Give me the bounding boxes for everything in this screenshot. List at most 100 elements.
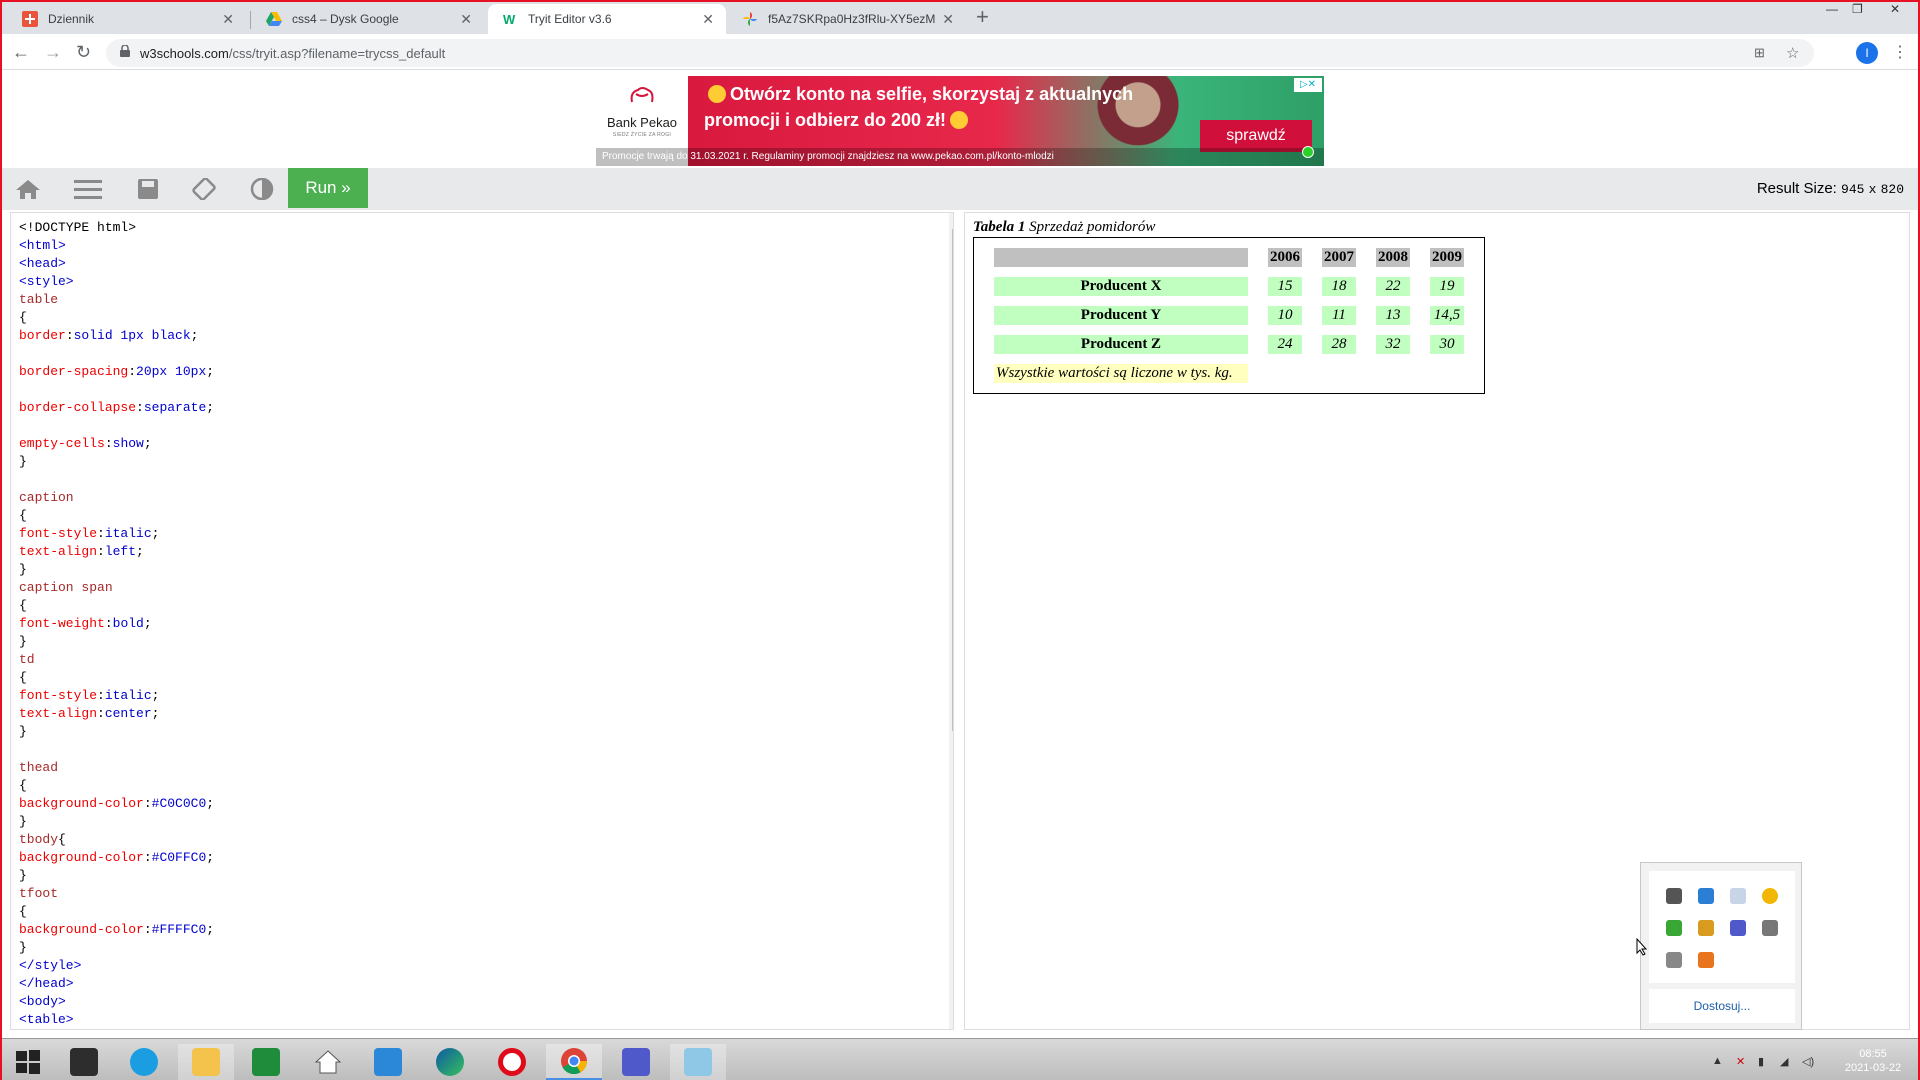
code-line[interactable]: } [19,561,214,579]
start-button[interactable] [0,1044,56,1080]
contrast-icon[interactable] [248,178,276,200]
scrollbar-thumb[interactable] [952,229,953,731]
star-icon[interactable]: ☆ [1786,44,1799,62]
code-line[interactable]: background-color:#C0FFC0; [19,849,214,867]
scroll-down-icon[interactable]: ▼ [953,1020,954,1029]
code-line[interactable]: { [19,597,214,615]
code-line[interactable] [19,345,214,363]
taskbar-mail[interactable] [360,1044,416,1080]
taskbar-edge[interactable] [422,1044,478,1080]
code-line[interactable]: } [19,633,214,651]
code-line[interactable]: font-style:italic; [19,525,214,543]
code-line[interactable]: } [19,723,214,741]
taskbar-notepad[interactable] [670,1044,726,1080]
code-line[interactable]: <style> [19,273,214,291]
code-line[interactable]: border-spacing:20px 10px; [19,363,214,381]
avatar[interactable]: I [1856,42,1878,64]
close-window-icon[interactable]: ✕ [1890,2,1900,16]
code-line[interactable]: { [19,309,214,327]
code-line[interactable]: background-color:#C0C0C0; [19,795,214,813]
code-line[interactable]: border:solid 1px black; [19,327,214,345]
taskbar-chrome[interactable] [546,1044,602,1080]
restore-icon[interactable]: ❐ [1852,2,1863,16]
code-line[interactable]: caption [19,489,214,507]
device-tray-icon[interactable] [1762,920,1778,936]
code-line[interactable]: } [19,867,214,885]
tab-photos[interactable]: f5Az7SKRpa0Hz3fRlu-XY5ezMm ✕ [728,4,966,34]
code-line[interactable]: { [19,669,214,687]
code-line[interactable]: } [19,939,214,957]
scroll-up-icon[interactable]: ▲ [953,215,954,224]
code-line[interactable]: <!DOCTYPE html> [19,219,214,237]
battery-icon[interactable]: ▮ [1758,1055,1772,1068]
tab-drive[interactable]: css4 – Dysk Google ✕ [252,4,484,34]
close-tab-icon[interactable]: ✕ [460,11,472,28]
code-text[interactable]: <!DOCTYPE html> <html> <head> <style> table {… [19,219,214,1029]
code-line[interactable]: </style> [19,957,214,975]
code-line[interactable] [19,471,214,489]
update-tray-icon[interactable] [1762,888,1778,904]
code-line[interactable]: </head> [19,975,214,993]
code-line[interactable]: border-collapse:separate; [19,399,214,417]
new-tab-button[interactable]: + [976,6,989,28]
taskbar-home[interactable] [300,1044,356,1080]
code-line[interactable]: tbody{ [19,831,214,849]
code-line[interactable] [19,381,214,399]
save-icon[interactable] [134,178,162,200]
ad-banner[interactable]: Bank Pekao SIEDZ ŻYCIE ZA ROGI Otwórz ko… [596,76,1324,166]
code-line[interactable]: { [19,507,214,525]
rotate-icon[interactable] [190,178,218,200]
network-tray-icon[interactable] [1698,888,1714,904]
close-tab-icon[interactable]: ✕ [702,11,714,28]
teams-tray-icon[interactable] [1730,920,1746,936]
code-line[interactable]: font-weight:bold; [19,615,214,633]
back-icon[interactable]: ← [12,42,30,62]
close-tab-icon[interactable]: ✕ [942,11,954,28]
code-line[interactable]: <table> [19,1011,214,1029]
taskbar-file-explorer[interactable] [178,1044,234,1080]
taskbar-clock[interactable]: 08:55 2021-03-22 [1838,1047,1908,1075]
tab-dziennik[interactable]: Dziennik ✕ [8,4,246,34]
taskbar-ie[interactable] [116,1044,172,1080]
code-line[interactable]: tfoot [19,885,214,903]
code-line[interactable]: caption span [19,579,214,597]
security-tray-icon[interactable] [1666,920,1682,936]
printer-tray-icon[interactable] [1666,952,1682,968]
code-line[interactable] [19,741,214,759]
customize-link[interactable]: Dostosuj... [1649,989,1795,1023]
browser-menu-icon[interactable]: ⋮ [1892,42,1908,62]
forward-icon[interactable]: → [44,42,62,62]
code-line[interactable]: text-align:center; [19,705,214,723]
wifi-icon[interactable]: ◢ [1780,1055,1794,1068]
close-tab-icon[interactable]: ✕ [222,11,234,28]
defender-tray-icon[interactable]: ✕ [1736,1055,1750,1068]
code-line[interactable]: font-style:italic; [19,687,214,705]
code-line[interactable]: background-color:#FFFFC0; [19,921,214,939]
cloud-tray-icon[interactable] [1730,888,1746,904]
code-line[interactable]: { [19,903,214,921]
run-button[interactable]: Run » [288,168,368,208]
code-line[interactable]: <html> [19,237,214,255]
code-line[interactable]: { [19,777,214,795]
code-line[interactable]: <body> [19,993,214,1011]
tab-tryit-editor[interactable]: W Tryit Editor v3.6 ✕ [488,4,726,34]
taskbar-lenovo[interactable] [56,1044,112,1080]
code-line[interactable]: empty-cells:show; [19,435,214,453]
url-text[interactable]: w3schools.com/css/tryit.asp?filename=try… [140,46,445,61]
code-line[interactable]: thead [19,759,214,777]
code-line[interactable]: } [19,453,214,471]
taskbar-store[interactable] [238,1044,294,1080]
reload-icon[interactable]: ↻ [76,42,91,62]
translate-icon[interactable]: ⊞ [1754,45,1765,61]
app-tray-icon[interactable] [1698,952,1714,968]
adchoices-icon[interactable]: ▷✕ [1294,78,1322,92]
monitor-tray-icon[interactable] [1666,888,1682,904]
volume-icon[interactable]: ◁) [1802,1055,1816,1068]
menu-icon[interactable] [74,178,102,200]
code-editor[interactable]: <!DOCTYPE html> <html> <head> <style> table {… [10,212,954,1030]
code-line[interactable]: } [19,813,214,831]
minimize-icon[interactable]: — [1826,2,1838,16]
code-line[interactable]: text-align:left; [19,543,214,561]
box-tray-icon[interactable] [1698,920,1714,936]
show-hidden-icons[interactable]: ▲ [1712,1055,1726,1067]
